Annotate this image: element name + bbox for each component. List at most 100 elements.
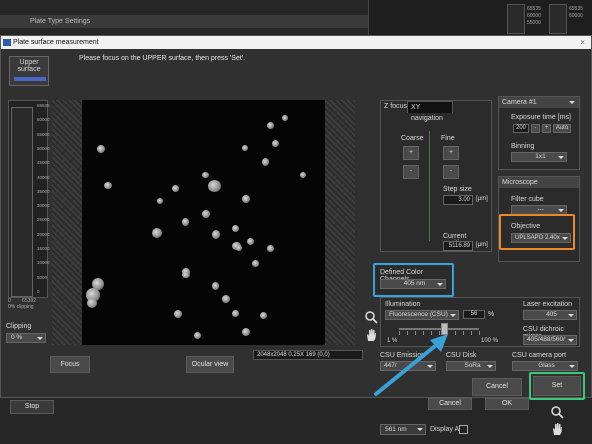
histogram-tick-label: 25000 [37,217,50,223]
clipping-value: 0 % [11,334,23,341]
chevron-down-icon [569,365,575,368]
filter-cube-value: --- [537,206,544,213]
dialog-title: Plate surface measurement [13,39,99,46]
cell-nucleus [252,260,259,267]
histogram-scale[interactable] [11,107,33,297]
histogram-tick-label: 15000 [37,246,50,252]
tab-z-focus[interactable]: Z focus [381,101,410,113]
chevron-down-icon [558,209,564,212]
cell-nucleus [157,198,163,204]
fine-down-button[interactable]: - [443,165,459,179]
bg-tick: 60000 [527,13,541,19]
display-af-checkbox[interactable] [459,425,468,434]
wavelength-select[interactable]: 561 nm [380,424,426,435]
bg-histogram-bar [507,4,525,34]
histogram-tick-label: 55000 [37,131,50,137]
tab-label: Upper surface [17,59,41,73]
chevron-down-icon [568,339,574,342]
close-icon[interactable]: × [580,36,585,49]
histogram-tick-label: 0 [37,289,40,294]
laser-excitation-select[interactable]: 405 [523,310,577,320]
histogram-tick-label: 65535 [37,103,50,108]
background-cancel-button[interactable]: Cancel [428,398,472,410]
clipping-select[interactable]: 0 % [6,333,46,343]
histogram-tick-label: 60000 [37,117,50,123]
clipping-label: Clipping [6,323,32,330]
laser-excitation-label: Laser excitation [523,301,573,308]
exposure-decrease-button[interactable]: - [531,124,540,133]
annotation-arrow-icon [374,334,448,396]
coarse-up-button[interactable]: + [403,146,419,160]
filter-cube-label: Filter cube [511,196,544,203]
zoom-icon[interactable] [364,310,378,324]
current-position-unit: [µm] [476,242,488,248]
zoom-icon[interactable] [550,405,564,419]
coarse-down-button[interactable]: - [403,165,419,179]
chevron-down-icon [450,314,456,317]
cell-nucleus [212,282,219,290]
step-size-field[interactable]: 3.00 [443,195,473,205]
color-channels-highlight [373,263,454,297]
ocular-view-button[interactable]: Ocular view [186,356,234,373]
histogram-tick-label: 20000 [37,231,50,237]
background-ok-button[interactable]: OK [485,398,529,410]
image-info: 2048x2048 0.25X 169 (0,0) [253,350,363,360]
bg-tick: 65535 [569,6,583,12]
slider-tick [463,331,464,335]
histogram-range: 0 65392 0% clipping [8,298,36,310]
auto-exposure-button[interactable]: Auto [553,124,571,133]
background-window-title: Plate Type Settings [0,15,370,28]
range-max: 100 % [481,338,499,344]
cell-nucleus [182,272,190,278]
cell-nucleus [152,228,162,238]
cell-nucleus [212,230,220,239]
cancel-button[interactable]: Cancel [472,378,522,396]
cell-nucleus [232,225,239,232]
set-button-highlight [529,372,585,400]
cell-nucleus [272,140,279,147]
exposure-field[interactable]: 200 [513,124,529,133]
exposure-increase-button[interactable]: + [542,124,551,133]
clip-note: 0% clipping [8,304,34,310]
histogram-tick-label: 45000 [37,160,50,166]
dialog-titlebar: Plate surface measurement × [1,36,591,49]
bg-tick: 60000 [569,13,583,19]
step-size-label: Step size [443,186,472,193]
camera-select-value: Camera #1 [502,99,537,106]
illumination-select[interactable]: Fluorescence (CSU) [385,310,459,320]
tab-active-indicator [14,77,46,81]
histogram-tick-label: 30000 [37,203,50,209]
dichroic-select[interactable]: 405/488/560/ [523,335,577,345]
tab-xy-navigation[interactable]: XY navigation [407,101,453,122]
fine-up-button[interactable]: + [443,146,459,160]
cell-nucleus [87,298,97,308]
illumination-value: Fluorescence (CSU) [389,311,448,318]
chevron-down-icon [487,365,493,368]
slider-tick [479,331,480,335]
csu-port-select[interactable]: Glass [512,361,578,371]
live-image-view[interactable] [82,100,325,345]
microscope-label: Microscope [499,177,579,188]
laser-excitation-value: 405 [546,311,557,318]
stop-button[interactable]: Stop [10,400,54,414]
histogram-tick-label: 40000 [37,174,50,180]
cell-nucleus [236,245,242,251]
app-icon [3,39,11,46]
cell-nucleus [262,158,269,166]
histogram-tick-label: 5000 [37,274,48,280]
focus-button[interactable]: Focus [50,356,90,373]
cell-nucleus [172,185,179,192]
cell-nucleus [202,210,210,218]
cell-nucleus [247,238,254,245]
step-unit: [µm] [476,196,488,202]
cell-nucleus [208,180,221,192]
histogram-tick-label: 35000 [37,188,50,194]
illumination-percent-field[interactable]: 56 [463,310,485,319]
cell-nucleus [260,312,267,319]
hand-icon[interactable] [550,422,564,436]
binning-select[interactable]: 1x1 [511,152,567,162]
camera-select[interactable]: Camera #1 [499,97,579,108]
bg-tick: 65535 [527,6,541,12]
tab-upper-surface[interactable]: Upper surface [9,56,49,86]
cell-nucleus [242,145,248,151]
